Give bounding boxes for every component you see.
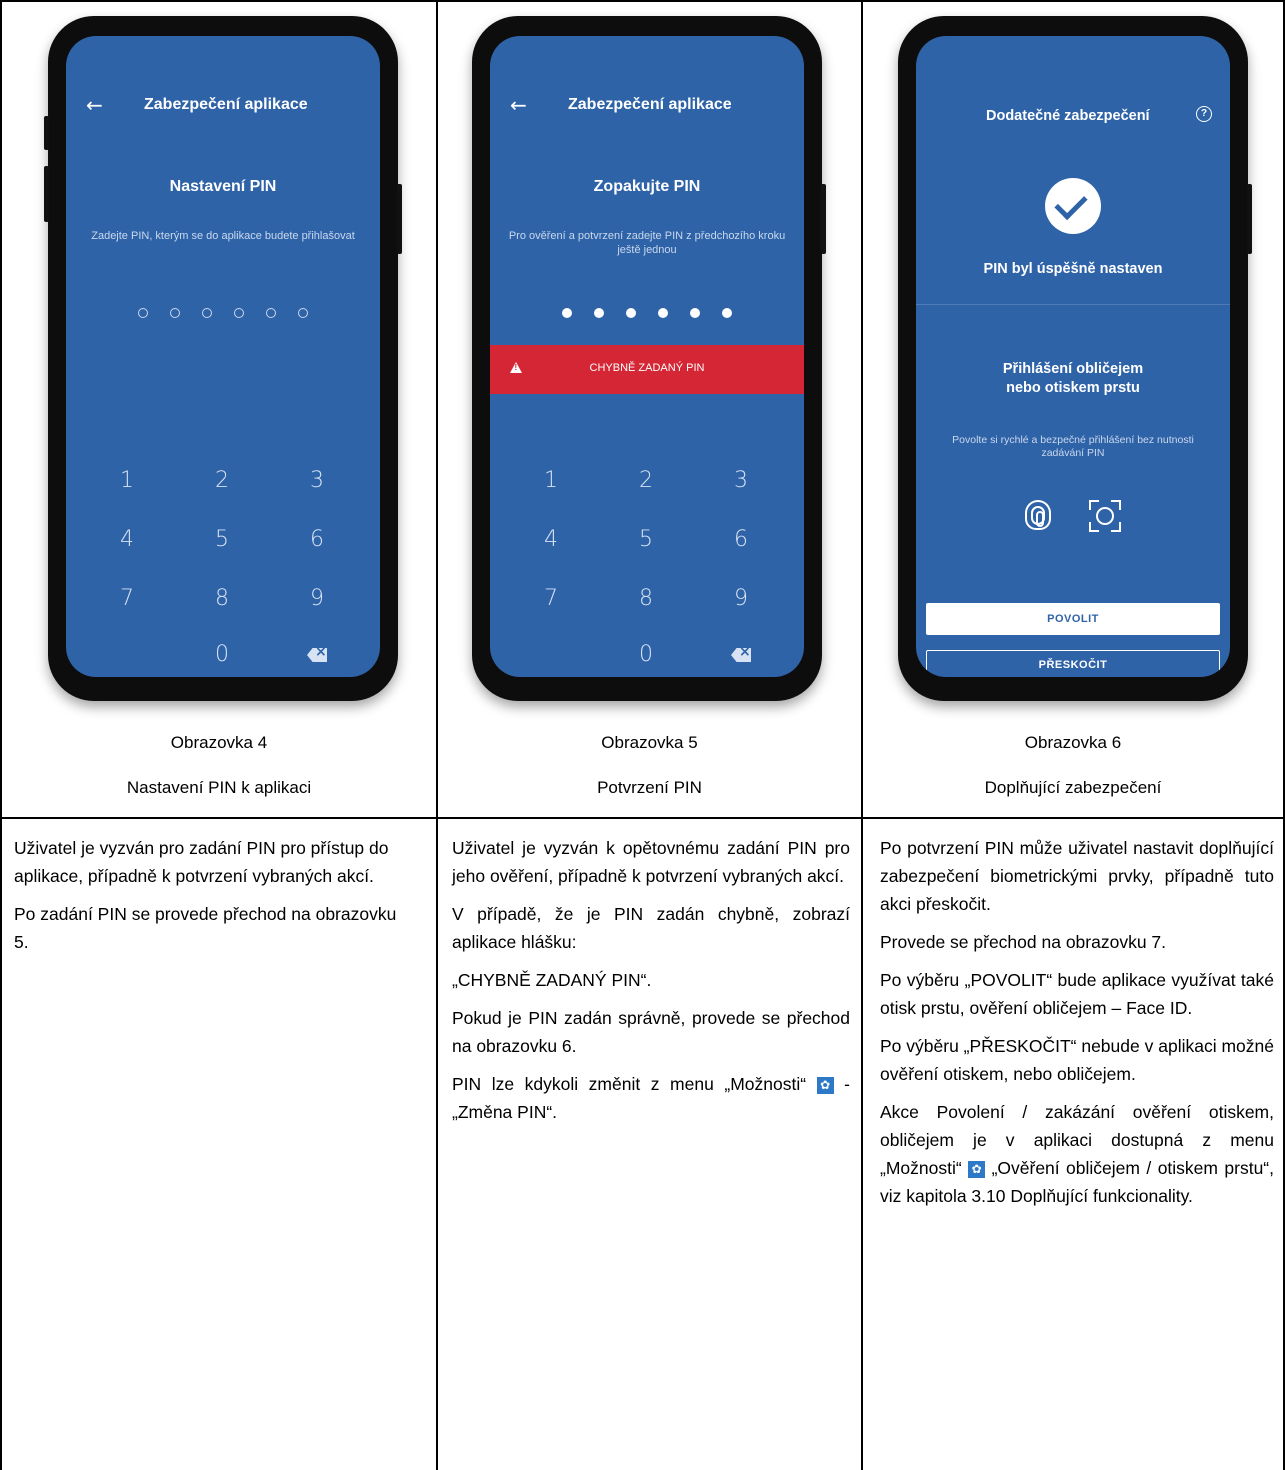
screen-caption-title: Obrazovka 4 [170, 733, 268, 752]
keypad-key[interactable]: 9 [711, 586, 771, 611]
keypad-key[interactable]: 3 [711, 468, 771, 493]
description-paragraph: PIN lze kdykoli změnit z menu „Možnosti“… [452, 1070, 850, 1126]
pin-dot [594, 308, 604, 318]
screen-caption-title: Obrazovka 5 [601, 733, 698, 752]
keypad-key[interactable]: 3 [287, 468, 347, 493]
pin-dot [266, 308, 276, 318]
app-bar-title: Zabezpečení aplikace [568, 96, 732, 113]
arrow-left-icon[interactable]: ← [510, 94, 527, 116]
section-divider [916, 304, 1230, 305]
phone-side-button [1247, 184, 1252, 254]
description-paragraph: V případě, že je PIN zadán chybně, zobra… [452, 904, 850, 952]
phone-screen: ← Zabezpečení aplikace Nastavení PIN Zad… [66, 36, 380, 677]
description-col-2: Uživatel je vyzván k opětovnému zadání P… [452, 834, 850, 1136]
description-paragraph: Provede se přechod na obrazovku 7. [880, 932, 1167, 952]
keypad-key[interactable]: 7 [521, 586, 581, 611]
description-paragraph: Uživatel je vyzván pro zadání PIN pro př… [14, 838, 389, 886]
backspace-icon[interactable] [287, 642, 347, 667]
gear-icon: ✿ [968, 1161, 986, 1178]
phone-screen: ← Zabezpečení aplikace Zopakujte PIN Pro… [490, 36, 804, 677]
phone-screen-5: ← Zabezpečení aplikace Zopakujte PIN Pro… [472, 16, 826, 701]
biometric-icons [916, 500, 1230, 532]
pin-dot [626, 308, 636, 318]
table-row-divider [0, 817, 1285, 819]
keypad-key[interactable]: 1 [521, 468, 581, 493]
screen-caption-subtitle: Nastavení PIN k aplikaci [126, 778, 312, 797]
app-bar: ← Zabezpečení aplikace [66, 94, 380, 118]
keypad-key[interactable]: 0 [616, 642, 676, 667]
skip-button[interactable]: PŘESKOČIT [926, 650, 1220, 677]
phone-side-button [821, 184, 826, 254]
arrow-left-icon[interactable]: ← [86, 94, 103, 116]
biometric-subtitle: Povolte si rychlé a bezpečné přihlášení … [952, 434, 1194, 459]
screen-caption-subtitle: Potvrzení PIN [597, 778, 702, 797]
app-bar: Dodatečné zabezpečení ? [916, 106, 1230, 130]
pin-dot [170, 308, 180, 318]
phone-side-button [44, 116, 49, 150]
app-bar-title: Dodatečné zabezpečení [986, 108, 1150, 124]
description-paragraph: Po výběru „POVOLIT“ bude aplikace využív… [880, 970, 1274, 1018]
keypad-key[interactable]: 8 [616, 586, 676, 611]
pin-dot [562, 308, 572, 318]
allow-button[interactable]: POVOLIT [926, 603, 1220, 635]
keypad-key[interactable]: 6 [711, 527, 771, 552]
pin-dot [234, 308, 244, 318]
pin-dot [690, 308, 700, 318]
phone-side-button [397, 184, 402, 254]
keypad-key[interactable]: 4 [97, 527, 157, 552]
description-paragraph: Uživatel je vyzván k opětovnému zadání P… [452, 838, 850, 886]
screen-caption-subtitle: Doplňující zabezpečení [984, 778, 1162, 797]
screen-heading: Zopakujte PIN [593, 178, 701, 195]
screen-subtitle: Pro ověření a potvrzení zadejte PIN z př… [508, 230, 786, 256]
error-message: CHYBNĚ ZADANÝ PIN [589, 362, 705, 374]
pin-dot [658, 308, 668, 318]
screen-caption-title: Obrazovka 6 [1024, 733, 1122, 752]
keypad-key[interactable]: 5 [192, 527, 252, 552]
backspace-icon[interactable] [711, 642, 771, 667]
phone-screen-4: ← Zabezpečení aplikace Nastavení PIN Zad… [44, 16, 402, 701]
help-circle-icon[interactable]: ? [1196, 106, 1212, 122]
keypad-key[interactable]: 4 [521, 527, 581, 552]
description-paragraph: Po zadání PIN se provede přechod na obra… [14, 904, 397, 952]
biometric-heading: Přihlášení obličejem nebo otiskem prstu [1002, 361, 1144, 396]
description-paragraph: „CHYBNĚ ZADANÝ PIN“. [452, 970, 652, 990]
pin-dot [298, 308, 308, 318]
fingerprint-icon [1025, 500, 1051, 530]
pin-dots [66, 308, 380, 318]
keypad-key[interactable]: 6 [287, 527, 347, 552]
pin-dot [202, 308, 212, 318]
check-circle-icon [1045, 178, 1101, 234]
pin-dots [490, 308, 804, 318]
table-top-border [0, 0, 1285, 2]
gear-icon: ✿ [816, 1077, 834, 1094]
keypad-key[interactable]: 0 [192, 642, 252, 667]
error-banner: CHYBNĚ ZADANÝ PIN [490, 345, 804, 394]
keypad-key[interactable]: 2 [616, 468, 676, 493]
description-paragraph: Po výběru „PŘESKOČIT“ nebude v aplikaci … [880, 1036, 1274, 1084]
description-paragraph: Po potvrzení PIN může uživatel nastavit … [880, 838, 1274, 914]
keypad-key[interactable]: 5 [616, 527, 676, 552]
success-message: PIN byl úspěšně nastaven [983, 261, 1163, 277]
keypad-key[interactable]: 7 [97, 586, 157, 611]
screen-subtitle: Zadejte PIN, kterým se do aplikace budet… [91, 230, 355, 242]
pin-dot [138, 308, 148, 318]
screen-heading: Nastavení PIN [169, 178, 277, 195]
app-bar-title: Zabezpečení aplikace [144, 96, 308, 113]
description-col-3: Po potvrzení PIN může uživatel nastavit … [880, 834, 1274, 1210]
keypad-key[interactable]: 9 [287, 586, 347, 611]
description-paragraph: Akce Povolení / zakázání ověření otiskem… [880, 1098, 1274, 1210]
keypad-key[interactable]: 8 [192, 586, 252, 611]
keypad-key[interactable]: 2 [192, 468, 252, 493]
keypad-key[interactable]: 1 [97, 468, 157, 493]
description-text: PIN lze kdykoli změnit z menu „Možnosti“ [452, 1074, 807, 1094]
app-bar: ← Zabezpečení aplikace [490, 94, 804, 118]
phone-side-button [44, 166, 49, 222]
description-col-1: Uživatel je vyzván pro zadání PIN pro př… [14, 834, 404, 966]
phone-screen-6: Dodatečné zabezpečení ? PIN byl úspěšně … [898, 16, 1252, 701]
face-id-icon [1089, 500, 1121, 532]
pin-dot [722, 308, 732, 318]
description-paragraph: Pokud je PIN zadán správně, provede se p… [452, 1008, 850, 1056]
phone-screen: Dodatečné zabezpečení ? PIN byl úspěšně … [916, 36, 1230, 677]
